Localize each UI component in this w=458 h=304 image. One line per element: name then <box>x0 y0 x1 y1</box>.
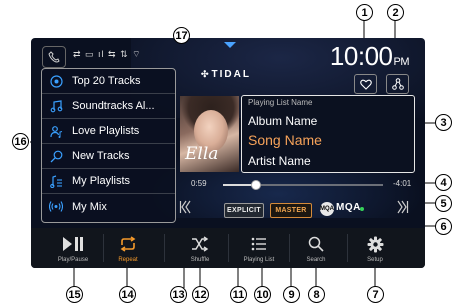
mqa-status-dot <box>360 207 364 211</box>
album-art-signature: Ella <box>185 144 219 164</box>
callout-16: 16 <box>12 133 29 150</box>
skip-back-icon <box>179 200 191 214</box>
list-item-top-20-tracks[interactable]: Top 20 Tracks <box>42 69 175 94</box>
list-item-new-tracks[interactable]: New Tracks <box>42 144 175 169</box>
setup-button[interactable]: Setup <box>353 228 397 268</box>
playlist-icon <box>49 174 63 188</box>
divider <box>347 234 348 262</box>
callout-8: 8 <box>308 286 325 303</box>
artist-info-button[interactable] <box>386 74 409 94</box>
pull-down-arrow-icon[interactable] <box>224 42 236 48</box>
list-item-label: Top 20 Tracks <box>72 75 141 87</box>
target-icon <box>49 74 63 88</box>
track-info-panel: Playing List Name Album Name Song Name A… <box>241 95 415 173</box>
play-pause-label: Play/Pause <box>57 257 89 263</box>
album-art[interactable]: Ella <box>180 96 239 172</box>
callout-13: 13 <box>170 286 187 303</box>
user-music-icon <box>49 124 63 138</box>
search-key-icon <box>49 149 63 163</box>
play-pause-button[interactable]: Play/Pause <box>51 228 95 268</box>
repeat-icon <box>119 233 137 255</box>
list-item-label: Love Playlists <box>72 125 140 137</box>
playing-list-name: Playing List Name <box>248 98 313 107</box>
callout-12: 12 <box>192 286 209 303</box>
remaining-time: -4:01 <box>393 179 412 188</box>
service-logo: ✣ TIDAL <box>201 69 251 80</box>
song-name: Song Name <box>248 132 322 148</box>
callout-9: 9 <box>283 286 300 303</box>
list-item-soundtracks[interactable]: Soundtracks Al... <box>42 94 175 119</box>
network-icon <box>391 78 404 90</box>
divider <box>164 234 165 262</box>
tidal-logo-icon: ✣ <box>201 69 209 79</box>
callout-7: 7 <box>367 286 384 303</box>
search-button[interactable]: Search <box>294 228 338 268</box>
phone-button[interactable] <box>42 46 66 68</box>
list-item-label: My Playlists <box>72 175 131 187</box>
skip-forward-icon <box>397 200 409 214</box>
repeat-button[interactable]: Repeat <box>106 228 150 268</box>
head-unit-screen: ⇄ ▭ ıl ⇆ ⇅ ⌔ 10:00PM ✣ TIDAL Top 20 Track… <box>31 38 425 268</box>
callout-6: 6 <box>435 218 452 235</box>
service-name: TIDAL <box>211 69 251 80</box>
mqa-icon: MQA <box>320 202 334 216</box>
progress-handle[interactable] <box>251 180 261 190</box>
callout-17: 17 <box>173 27 190 44</box>
shuffle-button[interactable]: Shuffle <box>178 228 222 268</box>
callout-5: 5 <box>435 195 452 212</box>
callout-10: 10 <box>254 286 271 303</box>
master-badge: MASTER <box>270 203 312 218</box>
list-item-label: Soundtracks Al... <box>72 100 155 112</box>
music-note-icon <box>49 99 63 113</box>
search-icon <box>308 233 324 255</box>
clock-time: 10:00 <box>329 41 393 71</box>
list-item-label: New Tracks <box>72 150 130 162</box>
shuffle-icon <box>191 233 209 255</box>
list-icon <box>251 233 267 255</box>
callout-11: 11 <box>230 286 247 303</box>
callout-4: 4 <box>435 174 452 191</box>
divider <box>228 234 229 262</box>
callout-14: 14 <box>119 286 136 303</box>
callout-15: 15 <box>66 286 83 303</box>
divider <box>103 234 104 262</box>
callout-1: 1 <box>356 4 373 21</box>
explicit-badge: EXPLICIT <box>224 203 264 218</box>
callout-2: 2 <box>387 4 404 21</box>
album-name: Album Name <box>248 114 318 128</box>
mqa-label: MQA <box>336 202 361 213</box>
category-list: Top 20 Tracks Soundtracks Al... Love Pla… <box>41 68 176 223</box>
clock-ampm: PM <box>393 56 410 68</box>
list-item-my-mix[interactable]: My Mix <box>42 194 175 219</box>
list-item-my-playlists[interactable]: My Playlists <box>42 169 175 194</box>
callout-3: 3 <box>435 114 452 131</box>
phone-icon <box>48 51 60 63</box>
clock: 10:00PM <box>329 41 410 72</box>
play-pause-icon <box>62 233 84 255</box>
divider <box>289 234 290 262</box>
playing-list-label: Playing List <box>243 257 275 263</box>
list-item-love-playlists[interactable]: Love Playlists <box>42 119 175 144</box>
list-item-label: My Mix <box>72 200 107 213</box>
gear-icon <box>367 233 384 255</box>
repeat-label: Repeat <box>118 257 138 263</box>
search-label: Search <box>306 257 326 263</box>
playing-list-button[interactable]: Playing List <box>237 228 281 268</box>
radio-waves-icon <box>49 200 63 214</box>
elapsed-time: 0:59 <box>191 179 207 188</box>
heart-icon <box>359 79 372 90</box>
next-track-button[interactable] <box>397 200 409 217</box>
artist-name: Artist Name <box>248 154 311 168</box>
favorite-button[interactable] <box>354 74 377 94</box>
shuffle-label: Shuffle <box>190 257 210 263</box>
status-icons: ⇄ ▭ ıl ⇆ ⇅ ⌔ <box>73 49 142 59</box>
setup-label: Setup <box>367 257 383 263</box>
previous-track-button[interactable] <box>179 200 191 217</box>
